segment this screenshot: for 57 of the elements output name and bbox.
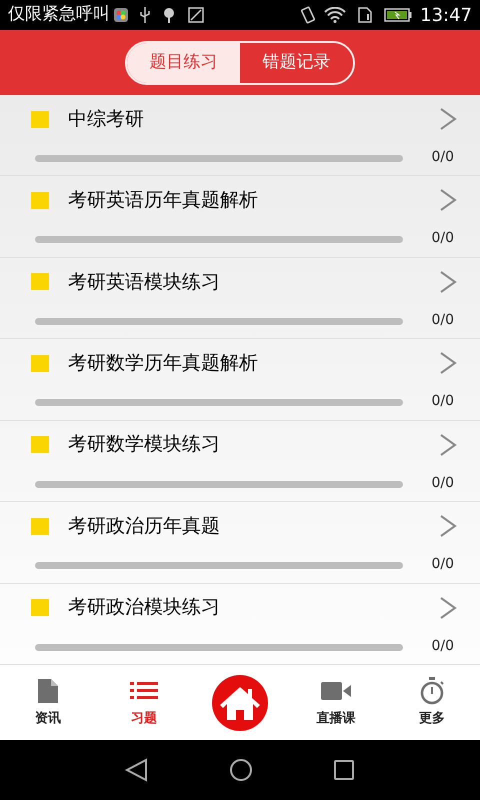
stopwatch-icon	[419, 676, 445, 705]
progress-count: 0/0	[431, 636, 454, 656]
segment-tab[interactable]: 题目练习	[127, 42, 240, 82]
chevron-right-icon	[439, 188, 457, 212]
video-camera-icon	[321, 682, 351, 700]
subject-row[interactable]: 考研数学模块练习 0/0	[0, 420, 480, 502]
wifi-icon	[324, 7, 346, 23]
sim-card-icon	[358, 7, 372, 23]
subject-title: 中综考研	[68, 106, 145, 132]
subject-row[interactable]: 中综考研 0/0	[0, 95, 480, 176]
chevron-right-icon	[439, 351, 457, 376]
chevron-right-icon	[439, 596, 457, 620]
home-circle-icon[interactable]	[229, 758, 253, 782]
square-icon	[31, 192, 49, 209]
recents-icon[interactable]	[333, 759, 355, 781]
subject-title: 考研政治历年真题	[68, 514, 221, 539]
subject-title: 考研数学模块练习	[68, 432, 221, 458]
app-notification-icon	[114, 8, 128, 22]
square-icon	[31, 354, 49, 372]
subject-title: 考研英语历年真题解析	[68, 188, 259, 214]
chevron-right-icon	[439, 514, 457, 538]
subject-title: 考研政治模块练习	[68, 595, 221, 620]
image-icon	[188, 7, 204, 23]
subject-row[interactable]: 考研英语历年真题解析 0/0	[0, 176, 480, 258]
progress-count: 0/0	[431, 148, 454, 167]
battery-icon	[384, 8, 412, 22]
square-icon	[31, 273, 49, 290]
chevron-right-icon	[439, 432, 457, 457]
nav-tab[interactable]: 资讯	[0, 665, 96, 740]
subject-title: 考研数学历年真题解析	[68, 351, 259, 376]
progress-count: 0/0	[431, 392, 454, 412]
house-icon	[218, 684, 262, 720]
square-icon	[31, 518, 49, 535]
nav-tab[interactable]: 直播课	[288, 665, 384, 740]
list-icon	[130, 682, 158, 700]
chevron-right-icon	[439, 107, 457, 131]
subject-row[interactable]: 考研英语模块练习 0/0	[0, 258, 480, 340]
subject-row[interactable]: 考研政治历年真题 0/0	[0, 502, 480, 584]
progress-count: 0/0	[431, 555, 454, 574]
subject-row[interactable]: 考研政治模块练习 0/0	[0, 584, 480, 665]
nav-tab[interactable]: 更多	[384, 665, 480, 740]
progress-count: 0/0	[431, 474, 454, 493]
back-icon[interactable]	[125, 758, 149, 782]
clock-text: 13:47	[420, 4, 472, 28]
nav-tab[interactable]: 习题	[96, 665, 192, 740]
square-icon	[31, 436, 49, 454]
progress-count: 0/0	[431, 310, 454, 330]
square-icon	[31, 110, 49, 128]
subject-title: 考研英语模块练习	[68, 270, 221, 295]
square-icon	[31, 599, 49, 616]
document-icon	[37, 678, 59, 704]
usb-icon	[140, 7, 150, 23]
progress-count: 0/0	[431, 229, 454, 248]
subject-row[interactable]: 考研数学历年真题解析 0/0	[0, 339, 480, 421]
chevron-right-icon	[439, 270, 457, 294]
vibrate-icon	[300, 6, 316, 24]
carrier-text: 仅限紧急呼叫	[8, 3, 110, 26]
